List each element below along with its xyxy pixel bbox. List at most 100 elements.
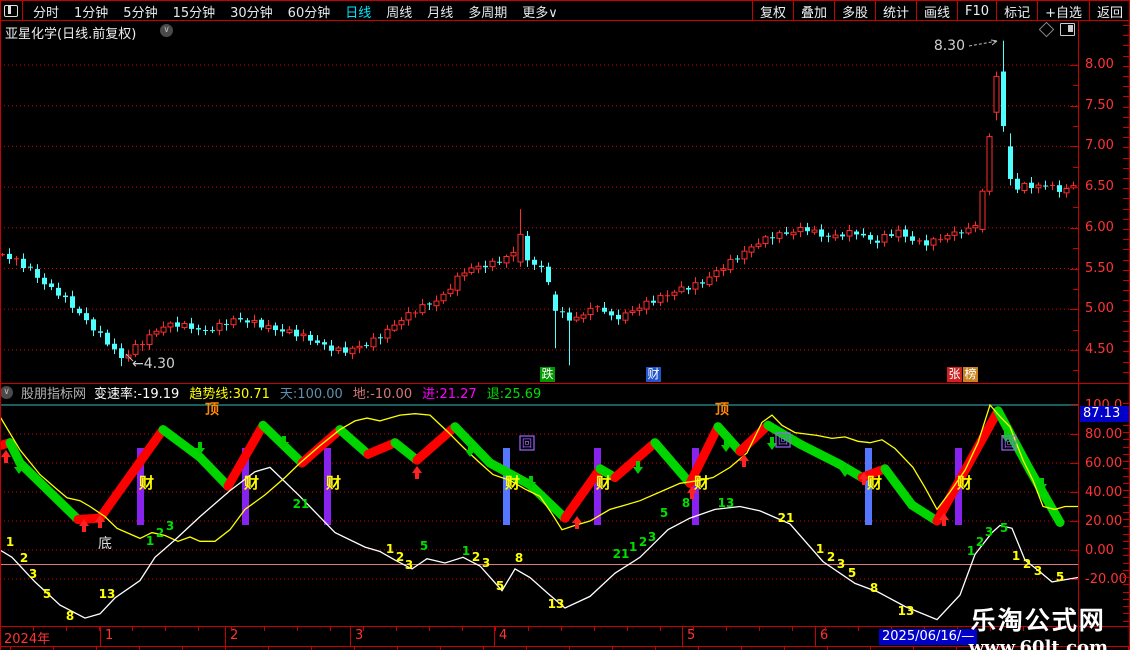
tool-button-0[interactable]: 复权: [752, 1, 793, 21]
svg-text:3: 3: [29, 567, 37, 581]
svg-text:1: 1: [1012, 549, 1020, 563]
menu-item-2[interactable]: 5分钟: [123, 2, 157, 21]
month-label-4: 4: [499, 628, 507, 643]
price-axis-label: 7.50: [1085, 98, 1114, 113]
price-axis-label: 6.50: [1085, 179, 1114, 194]
svg-text:2: 2: [827, 550, 835, 564]
svg-text:21: 21: [613, 547, 630, 561]
indicator-axis-label: 0.00: [1085, 543, 1114, 558]
event-marker-跌: 跌: [540, 367, 555, 382]
tool-button-1[interactable]: 叠加: [793, 1, 834, 21]
svg-text:1: 1: [967, 544, 975, 558]
tool-button-8[interactable]: 返回: [1089, 1, 1130, 21]
svg-text:21: 21: [778, 511, 795, 525]
price-axis-label: 7.00: [1085, 138, 1114, 153]
indicator-field-2: 天:100.00: [280, 387, 343, 401]
svg-text:3: 3: [405, 558, 413, 572]
svg-text:财: 财: [867, 474, 882, 492]
price-axis-label: 8.00: [1085, 57, 1114, 72]
svg-text:5: 5: [420, 539, 428, 553]
tool-button-7[interactable]: +自选: [1037, 1, 1089, 21]
tool-button-2[interactable]: 多股: [834, 1, 875, 21]
price-axis-label: 5.50: [1085, 261, 1114, 276]
watermark-url: www.60lt.com: [969, 637, 1108, 650]
svg-text:财: 财: [326, 474, 341, 492]
svg-text:13: 13: [548, 597, 565, 611]
period-menu: 分时 1分钟 5分钟 15分钟 30分钟 60分钟日线周线月线多周期更多∨: [23, 2, 558, 21]
event-marker-榜: 榜: [963, 367, 978, 382]
watermark: 乐淘公式网 www.60lt.com: [969, 601, 1108, 650]
year-label: 2024年: [4, 628, 50, 647]
svg-text:1: 1: [629, 540, 637, 554]
candlestick-chart[interactable]: 8.30←4.30: [0, 20, 1078, 383]
indicator-axis-label: 40.00: [1085, 485, 1122, 500]
indicator-field-0: 变速率:-19.19: [94, 387, 179, 401]
svg-text:5: 5: [1000, 521, 1008, 535]
svg-text:8.30: 8.30: [934, 38, 965, 54]
svg-text:3: 3: [648, 530, 656, 544]
svg-text:5: 5: [1056, 570, 1064, 584]
menu-item-1[interactable]: 1分钟: [74, 2, 108, 21]
price-axis-label: 6.00: [1085, 220, 1114, 235]
tool-button-4[interactable]: 画线: [916, 1, 957, 21]
svg-text:1: 1: [6, 535, 14, 549]
menu-item-5[interactable]: 60分钟: [288, 2, 331, 21]
svg-text:8: 8: [515, 551, 523, 565]
indicator-values: 变速率:-19.19趋势线:30.71天:100.00地:-10.00进:21.…: [94, 384, 551, 400]
indicator-chevron-icon[interactable]: ∨: [0, 386, 13, 399]
svg-text:财: 财: [505, 474, 520, 492]
svg-text:财: 财: [694, 474, 709, 492]
indicator-field-5: 退:25.69: [487, 387, 542, 401]
svg-text:21: 21: [293, 497, 310, 511]
svg-text:3: 3: [482, 556, 490, 570]
top-menu-bar: 分时 1分钟 5分钟 15分钟 30分钟 60分钟日线周线月线多周期更多∨ 复权叠加多股统…: [0, 0, 1130, 21]
left-border: [0, 0, 1, 650]
menu-item-8[interactable]: 月线: [427, 2, 453, 21]
menu-item-0[interactable]: 分时: [33, 2, 59, 21]
svg-text:2: 2: [639, 535, 647, 549]
event-marker-张: 张: [947, 367, 962, 382]
price-axis-label: 5.00: [1085, 301, 1114, 316]
indicator-axis-label: 60.00: [1085, 456, 1122, 471]
tool-button-5[interactable]: F10: [957, 1, 996, 21]
indicator-axis-label: -20.00: [1085, 572, 1127, 587]
tool-button-3[interactable]: 统计: [875, 1, 916, 21]
svg-text:5: 5: [43, 587, 51, 601]
svg-text:财: 财: [244, 474, 259, 492]
svg-text:13: 13: [898, 604, 915, 618]
svg-text:13: 13: [99, 587, 116, 601]
axis-border: [1078, 20, 1079, 646]
menu-item-4[interactable]: 30分钟: [230, 2, 273, 21]
svg-text:3: 3: [1034, 564, 1042, 578]
layout-toggle-icon[interactable]: [0, 1, 23, 21]
svg-text:2: 2: [20, 551, 28, 565]
watermark-name: 乐淘公式网: [969, 601, 1108, 637]
menu-item-7[interactable]: 周线: [386, 2, 412, 21]
menu-item-6[interactable]: 日线: [345, 2, 371, 21]
tools-menu: 复权叠加多股统计画线F10标记+自选返回: [752, 1, 1130, 21]
svg-text:5: 5: [496, 579, 504, 593]
svg-text:2: 2: [396, 550, 404, 564]
menu-item-10[interactable]: 更多∨: [522, 2, 558, 21]
date-box: 2025/06/16/—: [879, 629, 977, 645]
svg-text:财: 财: [596, 474, 611, 492]
indicator-chart[interactable]: 财财财财财财财财顶顶底回回回12358131232112351238513211…: [0, 400, 1078, 626]
svg-text:5: 5: [848, 566, 856, 580]
svg-text:1: 1: [386, 542, 394, 556]
tool-button-6[interactable]: 标记: [996, 1, 1037, 21]
svg-text:3: 3: [985, 525, 993, 539]
menu-item-9[interactable]: 多周期: [468, 2, 507, 21]
trading-app-window: 分时 1分钟 5分钟 15分钟 30分钟 60分钟日线周线月线多周期更多∨ 复权叠加多股统…: [0, 0, 1130, 650]
svg-text:1: 1: [816, 542, 824, 556]
svg-text:8: 8: [870, 581, 878, 595]
svg-text:3: 3: [837, 557, 845, 571]
indicator-value-box: 87.13: [1080, 406, 1130, 422]
svg-text:8: 8: [682, 496, 690, 510]
svg-text:3: 3: [166, 519, 174, 533]
menu-item-3[interactable]: 15分钟: [173, 2, 216, 21]
svg-text:回: 回: [522, 438, 532, 450]
svg-text:1: 1: [146, 534, 154, 548]
svg-text:回: 回: [778, 435, 788, 447]
svg-text:5: 5: [660, 506, 668, 520]
indicator-field-1: 趋势线:30.71: [189, 387, 270, 401]
